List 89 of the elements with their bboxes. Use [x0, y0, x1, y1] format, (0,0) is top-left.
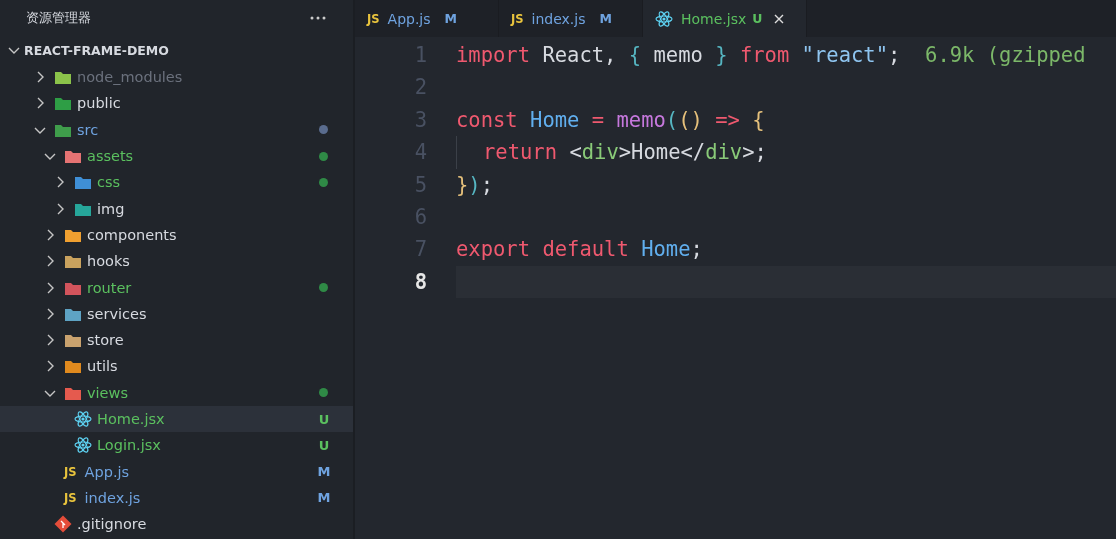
code-token: Home	[640, 237, 691, 262]
folder-name: services	[87, 305, 148, 322]
file-name: Login.jsx	[97, 437, 162, 454]
code-token: from	[738, 43, 790, 67]
tree-item[interactable]: public	[0, 90, 353, 117]
folder-name: hooks	[87, 253, 131, 270]
code-token: export	[456, 237, 531, 262]
folder-name: src	[77, 121, 100, 138]
code-token: >Home</	[618, 140, 706, 165]
tree-item[interactable]: Home.jsx U	[0, 405, 353, 433]
tree-item[interactable]: utils	[0, 353, 353, 380]
js-icon: JS	[511, 11, 524, 26]
js-icon: JS	[64, 490, 77, 505]
file-name: Home.jsx	[97, 411, 166, 427]
code-token: =>	[714, 107, 740, 132]
folder-name: css	[97, 174, 122, 191]
folder-name: node_modules	[77, 69, 184, 86]
sidebar-title: 资源管理器	[26, 9, 91, 27]
code-token: default	[541, 237, 629, 262]
tab-label: index.js	[531, 10, 586, 27]
folder-name: utils	[87, 358, 119, 375]
tab-label: App.js	[387, 10, 431, 27]
folder-name: public	[77, 95, 122, 112]
code-token: Home	[529, 107, 580, 132]
code-token: =	[590, 107, 605, 132]
code-token: (	[665, 107, 679, 132]
react-icon	[655, 9, 673, 28]
code-token: ()	[678, 107, 703, 132]
tree-item[interactable]: store	[0, 326, 353, 354]
tree-item[interactable]: assets	[0, 142, 353, 170]
editor-tab[interactable]: Home.jsx U	[643, 0, 808, 37]
file-name: index.js	[84, 489, 142, 506]
tree-item[interactable]: components	[0, 221, 353, 249]
tree-item[interactable]: img	[0, 195, 353, 222]
code-token: {	[628, 43, 642, 67]
code-token: memo	[615, 107, 666, 132]
code-token: >;	[742, 140, 767, 165]
code-token: React,	[541, 43, 618, 67]
more-icon	[310, 14, 326, 22]
tree-item[interactable]: Login.jsx U	[0, 432, 353, 459]
folder-name: store	[87, 332, 125, 349]
git-status: M	[317, 464, 331, 480]
git-status: U	[317, 411, 331, 427]
folder-name: img	[97, 200, 126, 217]
tree-item[interactable]: .gitignore	[0, 511, 353, 538]
folder-name: views	[87, 384, 129, 401]
git-status: M	[599, 11, 612, 26]
folder-name: router	[87, 279, 133, 296]
tab-label: Home.jsx	[681, 10, 747, 27]
tree-item[interactable]: src	[0, 116, 353, 143]
code-token: }	[456, 172, 469, 197]
code-token: import	[456, 43, 531, 67]
code-token: div	[581, 140, 619, 165]
tree-item[interactable]: services	[0, 300, 353, 327]
code-token: {	[751, 107, 765, 132]
code-token: }	[715, 43, 728, 67]
close-icon	[773, 12, 786, 25]
tree-item[interactable]: router	[0, 274, 353, 301]
code-token: <	[568, 140, 582, 165]
code-token: )	[468, 172, 481, 197]
react-icon	[74, 436, 92, 455]
tree-item[interactable]: views	[0, 379, 353, 406]
git-status: M	[444, 11, 457, 26]
code-token: "react"	[800, 43, 889, 67]
tree-item[interactable]: css	[0, 169, 353, 196]
code-token: const	[456, 107, 518, 132]
git-status: U	[752, 11, 763, 26]
code-token: 6.9k (gzipped	[924, 43, 1086, 67]
file-name: .gitignore	[77, 516, 148, 533]
code-token: memo	[652, 43, 704, 67]
folder-name: components	[87, 226, 178, 243]
git-status: U	[317, 437, 331, 453]
project-root[interactable]: REACT-FRAME-DEMO	[0, 36, 353, 64]
tree-item[interactable]: JS App.js M	[0, 458, 353, 485]
file-name: App.js	[84, 463, 131, 480]
project-name: REACT-FRAME-DEMO	[24, 42, 169, 58]
code-token: div	[705, 140, 743, 165]
line-number: 8	[413, 268, 427, 296]
code-token: return	[483, 140, 558, 165]
js-icon: JS	[64, 464, 77, 479]
code-token: ;	[690, 237, 703, 262]
code-token: ;	[480, 172, 494, 197]
js-icon: JS	[367, 11, 380, 26]
code-token: ;	[888, 43, 901, 67]
folder-name: assets	[87, 148, 135, 165]
tree-item[interactable]: JS index.js M	[0, 484, 353, 512]
git-status: M	[317, 490, 331, 506]
tree-item[interactable]: hooks	[0, 248, 353, 275]
react-icon	[74, 410, 92, 428]
